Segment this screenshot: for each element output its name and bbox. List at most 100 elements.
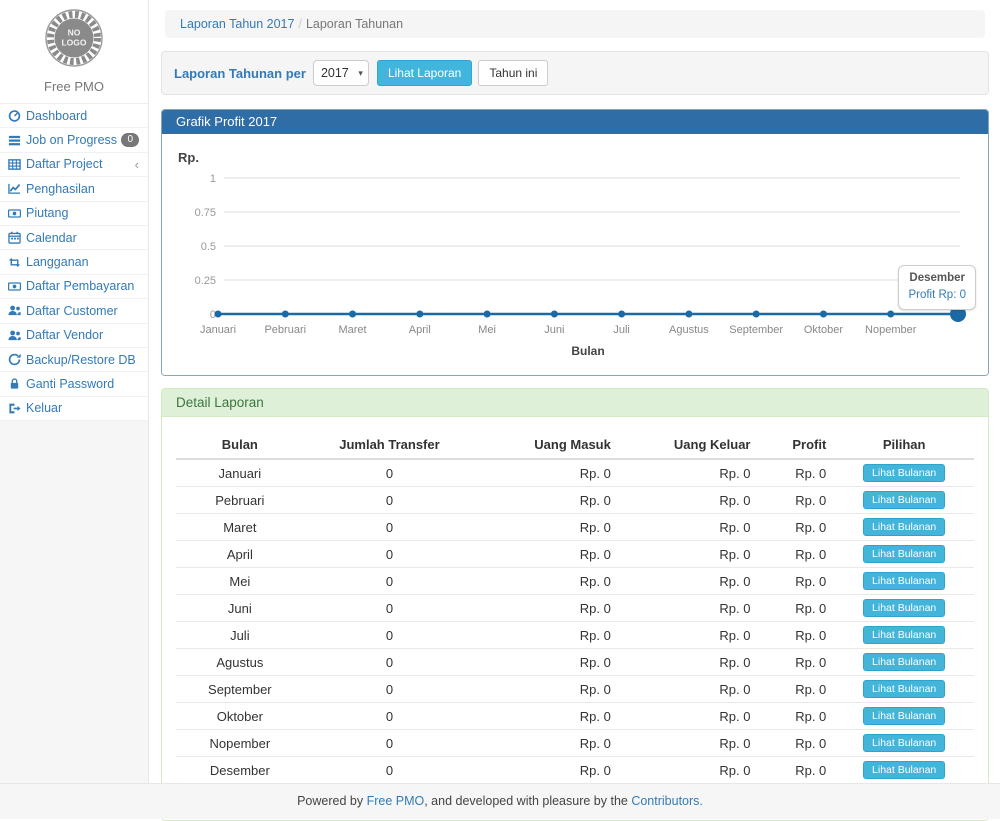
main-content: Laporan Tahun 2017/Laporan Tahunan Lapor…	[150, 0, 1000, 783]
lihat-bulanan-button[interactable]: Lihat Bulanan	[863, 518, 945, 536]
table-row: Desember0Rp. 0Rp. 0Rp. 0Lihat Bulanan	[176, 757, 974, 784]
footer-text: Powered by	[297, 794, 366, 808]
cell-jumlah-transfer: 0	[304, 622, 476, 649]
cell-pilihan: Lihat Bulanan	[834, 649, 974, 676]
cell-bulan: Oktober	[176, 703, 304, 730]
cell-pilihan: Lihat Bulanan	[834, 514, 974, 541]
table-header-row: Bulan Jumlah Transfer Uang Masuk Uang Ke…	[176, 431, 974, 459]
cell-jumlah-transfer: 0	[304, 703, 476, 730]
lihat-bulanan-button[interactable]: Lihat Bulanan	[863, 491, 945, 509]
detail-laporan-panel: Detail Laporan Bulan Jumlah Transfer Uan…	[161, 388, 989, 821]
sidebar-item-calendar[interactable]: Calendar	[0, 226, 148, 250]
lihat-bulanan-button[interactable]: Lihat Bulanan	[863, 761, 945, 779]
sidebar-item-dashboard[interactable]: Dashboard	[0, 104, 148, 128]
sidebar-item-piutang[interactable]: Piutang	[0, 202, 148, 226]
lihat-bulanan-button[interactable]: Lihat Bulanan	[863, 464, 945, 482]
lihat-bulanan-button[interactable]: Lihat Bulanan	[863, 545, 945, 563]
sidebar-item-daftar-vendor[interactable]: Daftar Vendor	[0, 324, 148, 348]
year-filter-bar: Laporan Tahunan per 2017 ▾ Lihat Laporan…	[161, 51, 989, 95]
cell-uang-masuk: Rp. 0	[475, 649, 619, 676]
cell-uang-masuk: Rp. 0	[475, 676, 619, 703]
table-row: Agustus0Rp. 0Rp. 0Rp. 0Lihat Bulanan	[176, 649, 974, 676]
svg-text:Juni: Juni	[544, 324, 564, 336]
sidebar-item-daftar-pembayaran[interactable]: Daftar Pembayaran	[0, 275, 148, 299]
cell-uang-keluar: Rp. 0	[619, 459, 759, 487]
cell-uang-keluar: Rp. 0	[619, 730, 759, 757]
cell-bulan: Nopember	[176, 730, 304, 757]
cell-uang-keluar: Rp. 0	[619, 622, 759, 649]
sidebar-item-penghasilan[interactable]: Penghasilan	[0, 177, 148, 201]
table-row: Juli0Rp. 0Rp. 0Rp. 0Lihat Bulanan	[176, 622, 974, 649]
col-profit: Profit	[759, 431, 835, 459]
lihat-bulanan-button[interactable]: Lihat Bulanan	[863, 572, 945, 590]
filter-label: Laporan Tahunan per	[174, 66, 306, 81]
breadcrumb: Laporan Tahun 2017/Laporan Tahunan	[165, 10, 985, 38]
cell-profit: Rp. 0	[759, 514, 835, 541]
sidebar-item-daftar-project[interactable]: Daftar Project‹	[0, 153, 148, 177]
cell-profit: Rp. 0	[759, 487, 835, 514]
sidebar-item-keluar[interactable]: Keluar	[0, 397, 148, 421]
lihat-bulanan-button[interactable]: Lihat Bulanan	[863, 734, 945, 752]
svg-text:Bulan: Bulan	[571, 344, 604, 358]
col-pilihan: Pilihan	[834, 431, 974, 459]
cell-uang-keluar: Rp. 0	[619, 649, 759, 676]
cell-uang-masuk: Rp. 0	[475, 487, 619, 514]
cell-jumlah-transfer: 0	[304, 541, 476, 568]
cell-uang-masuk: Rp. 0	[475, 541, 619, 568]
svg-text:Rp.: Rp.	[178, 150, 199, 165]
cell-bulan: Januari	[176, 459, 304, 487]
cell-uang-keluar: Rp. 0	[619, 514, 759, 541]
chart-panel-title: Grafik Profit 2017	[162, 110, 988, 134]
sign-out-icon	[8, 402, 26, 415]
lihat-bulanan-button[interactable]: Lihat Bulanan	[863, 653, 945, 671]
cell-uang-keluar: Rp. 0	[619, 595, 759, 622]
cell-pilihan: Lihat Bulanan	[834, 459, 974, 487]
cell-uang-masuk: Rp. 0	[475, 568, 619, 595]
cell-bulan: Agustus	[176, 649, 304, 676]
footer-contributors-link[interactable]: Contributors.	[631, 794, 703, 808]
sidebar-item-langganan[interactable]: Langganan	[0, 250, 148, 274]
cell-bulan: Pebruari	[176, 487, 304, 514]
svg-text:0.25: 0.25	[195, 275, 216, 287]
sidebar-item-label: Calendar	[26, 231, 77, 245]
sidebar-item-ganti-password[interactable]: Ganti Password	[0, 372, 148, 396]
breadcrumb-link[interactable]: Laporan Tahun 2017	[180, 17, 294, 31]
col-jumlah-transfer: Jumlah Transfer	[304, 431, 476, 459]
dashboard-icon	[8, 109, 26, 122]
lihat-bulanan-button[interactable]: Lihat Bulanan	[863, 599, 945, 617]
table-row: April0Rp. 0Rp. 0Rp. 0Lihat Bulanan	[176, 541, 974, 568]
year-select[interactable]: 2017 ▾	[313, 60, 369, 86]
sidebar-item-label: Ganti Password	[26, 377, 114, 391]
svg-text:Pebruari: Pebruari	[264, 324, 306, 336]
sidebar-item-label: Daftar Customer	[26, 304, 118, 318]
lihat-laporan-button[interactable]: Lihat Laporan	[377, 60, 472, 86]
col-uang-masuk: Uang Masuk	[475, 431, 619, 459]
users-icon	[8, 304, 26, 317]
count-badge: 0	[121, 133, 139, 147]
sidebar-item-label: Job on Progress	[26, 133, 117, 147]
money-icon	[8, 207, 26, 220]
cell-pilihan: Lihat Bulanan	[834, 541, 974, 568]
sidebar-item-job-on-progress[interactable]: Job on Progress 0	[0, 128, 148, 152]
report-table-body: Januari0Rp. 0Rp. 0Rp. 0Lihat BulananPebr…	[176, 459, 974, 783]
cell-uang-masuk: Rp. 0	[475, 514, 619, 541]
tooltip-month: Desember	[908, 270, 966, 287]
table-row: September0Rp. 0Rp. 0Rp. 0Lihat Bulanan	[176, 676, 974, 703]
sidebar-item-daftar-customer[interactable]: Daftar Customer	[0, 299, 148, 323]
cell-uang-keluar: Rp. 0	[619, 757, 759, 784]
cell-profit: Rp. 0	[759, 459, 835, 487]
tahun-ini-button[interactable]: Tahun ini	[478, 60, 548, 86]
lihat-bulanan-button[interactable]: Lihat Bulanan	[863, 680, 945, 698]
lihat-bulanan-button[interactable]: Lihat Bulanan	[863, 626, 945, 644]
tasks-icon	[8, 134, 26, 147]
cell-profit: Rp. 0	[759, 541, 835, 568]
cell-profit: Rp. 0	[759, 676, 835, 703]
svg-text:NO: NO	[68, 28, 81, 38]
footer-brand-link[interactable]: Free PMO	[367, 794, 425, 808]
cell-bulan: Maret	[176, 514, 304, 541]
cell-pilihan: Lihat Bulanan	[834, 757, 974, 784]
cell-jumlah-transfer: 0	[304, 595, 476, 622]
lihat-bulanan-button[interactable]: Lihat Bulanan	[863, 707, 945, 725]
chevron-left-icon: ‹	[135, 158, 139, 171]
sidebar-item-backup-restore-db[interactable]: Backup/Restore DB	[0, 348, 148, 372]
